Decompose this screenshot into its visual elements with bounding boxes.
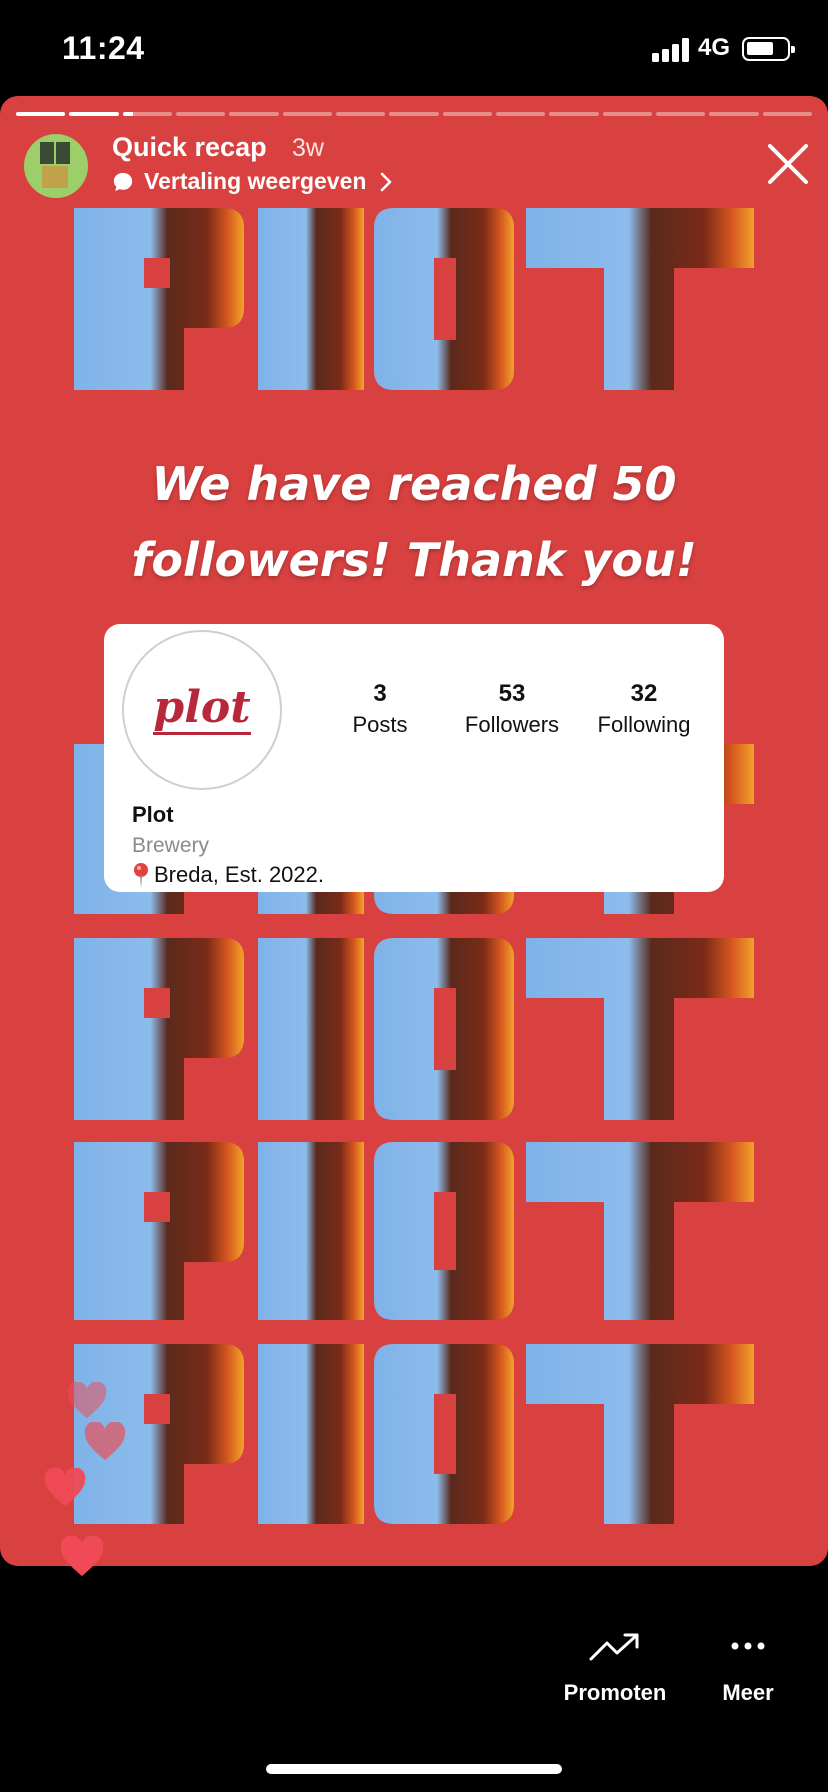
following-count: 32 (630, 680, 658, 707)
progress-segment (442, 112, 492, 116)
profile-category: Brewery (132, 834, 210, 857)
avatar[interactable] (24, 134, 88, 198)
speech-bubble-icon (113, 172, 133, 191)
posts-count: 3 (373, 680, 387, 707)
network-type: 4G (698, 34, 731, 61)
story-card[interactable]: Quick recap 3w Vertaling weergeven We ha… (0, 96, 828, 1566)
plot-word-row (0, 208, 828, 390)
status-time: 11:24 (62, 30, 145, 66)
progress-segment (495, 112, 546, 116)
following-stat: 32 Following (584, 680, 704, 738)
progress-segment (122, 112, 172, 116)
profile-location: Breda, Est. 2022. (132, 862, 324, 888)
plot-word-graphic (74, 208, 754, 390)
more-button[interactable]: Meer (708, 1626, 788, 1706)
plot-word-graphic (74, 1344, 754, 1524)
progress-segment (69, 112, 119, 116)
trending-up-icon (589, 1633, 639, 1661)
progress-segment (389, 112, 439, 116)
story-age: 3w (292, 134, 324, 162)
progress-segment (335, 112, 386, 116)
posts-stat: 3 Posts (320, 680, 440, 738)
plot-word-graphic (74, 938, 754, 1120)
posts-label: Posts (352, 712, 408, 737)
translate-label: Vertaling weergeven (144, 168, 367, 194)
progress-segment (655, 112, 706, 116)
progress-segment (549, 112, 599, 116)
following-label: Following (597, 712, 691, 737)
bottom-bar: Promoten Meer (0, 1566, 828, 1792)
logo-text: plot (153, 681, 251, 735)
heart-icon (67, 1382, 107, 1419)
progress-segment (229, 112, 279, 116)
story-title[interactable]: Quick recap (112, 132, 267, 163)
battery-icon (742, 37, 795, 61)
profile-logo: plot (122, 630, 282, 790)
plot-word-row (0, 1142, 828, 1320)
story-header: Quick recap 3w Vertaling weergeven (0, 132, 828, 212)
heart-icon (84, 1422, 126, 1461)
progress-segment (762, 112, 812, 116)
signal-strength-icon (652, 38, 692, 62)
location-text: Breda, Est. 2022. (154, 862, 324, 887)
profile-card: plot 3 Posts 53 Followers 32 Following P… (104, 624, 724, 892)
location-pin-icon (134, 863, 148, 888)
close-icon[interactable] (762, 138, 814, 190)
headline-line-2: followers! Thank you! (131, 533, 697, 587)
chevron-right-icon (381, 172, 392, 191)
progress-segment (16, 112, 66, 116)
promote-label: Promoten (563, 1680, 667, 1705)
progress-segment (709, 112, 759, 116)
ellipsis-icon (731, 1642, 765, 1650)
headline: We have reached 50 followers! Thank you! (0, 446, 828, 598)
progress-segment (175, 112, 226, 116)
promote-button[interactable]: Promoten (560, 1626, 670, 1706)
home-indicator[interactable] (266, 1764, 562, 1774)
followers-count: 53 (498, 680, 526, 707)
profile-name: Plot (132, 802, 174, 827)
heart-icon (44, 1468, 86, 1507)
plot-word-row (0, 938, 828, 1120)
progress-segment (602, 112, 652, 116)
followers-label: Followers (464, 712, 560, 737)
story-progress (16, 112, 812, 116)
headline-line-1: We have reached 50 (151, 457, 677, 511)
plot-word-graphic (74, 1142, 754, 1320)
followers-stat: 53 Followers (452, 680, 572, 738)
more-label: Meer (722, 1680, 774, 1705)
translate-button[interactable]: Vertaling weergeven (112, 168, 392, 195)
progress-segment (282, 112, 332, 116)
status-bar: 11:24 4G (0, 0, 828, 96)
